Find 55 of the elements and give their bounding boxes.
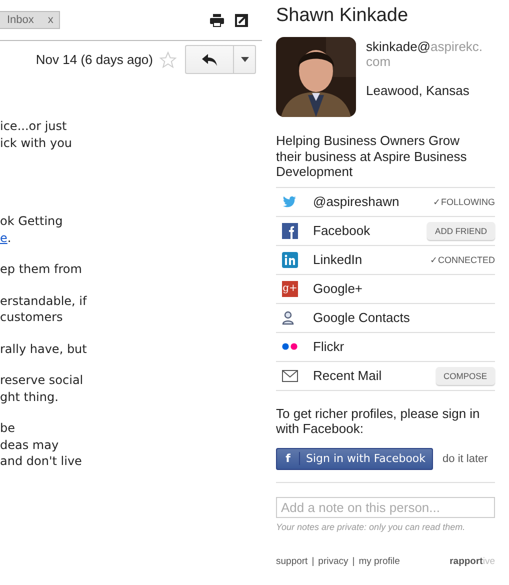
note-field[interactable]: Add a note on this person... — [276, 496, 495, 518]
remove-label-button[interactable]: x — [48, 14, 54, 26]
body-text-line: customers — [0, 309, 64, 326]
network-link[interactable]: Recent Mail — [313, 368, 382, 383]
google-plus-icon: g+ — [282, 280, 298, 296]
linkedin-icon — [282, 252, 298, 268]
body-text-line: rally have, but — [0, 340, 88, 357]
body-text-line: e. — [0, 230, 12, 246]
person-icon — [282, 310, 294, 324]
new-window-icon[interactable] — [235, 14, 248, 26]
email-address: skinkade@aspirekc. com — [366, 39, 483, 69]
caret-icon — [240, 57, 248, 62]
contact-name: Shawn Kinkade — [276, 5, 410, 27]
inbox-label[interactable]: Inbox x — [0, 11, 60, 29]
connection-status: ✓FOLLOWING — [432, 196, 495, 206]
action-button[interactable]: COMPOSE — [436, 366, 495, 384]
network-link[interactable]: @aspireshawn — [313, 194, 400, 209]
body-text-line: ice...or just — [0, 118, 68, 134]
do-it-later-link[interactable]: do it later — [442, 452, 488, 464]
network-link[interactable]: LinkedIn — [313, 252, 362, 267]
note-hint: Your notes are private: only you can read them. — [276, 522, 466, 532]
network-link[interactable]: Google Contacts — [313, 310, 410, 325]
signin-prompt: To get richer profiles, please sign in with Facebook: — [276, 406, 481, 436]
body-text-line: ok Getting — [0, 213, 64, 230]
bird-icon — [282, 196, 296, 208]
body-text-line: and don't live — [0, 453, 83, 470]
footer-link[interactable]: my profile — [358, 556, 400, 566]
action-button[interactable]: ADD FRIEND — [427, 222, 495, 240]
connection-status: ✓CONNECTED — [430, 254, 495, 264]
body-text-line: reserve social — [0, 372, 84, 388]
separator: | — [352, 556, 355, 566]
body-text-line: deas may — [0, 436, 60, 453]
two-dots-icon — [282, 343, 298, 350]
message-date: Nov 14 (6 days ago) — [36, 52, 153, 67]
network-link[interactable]: Google+ — [313, 281, 363, 296]
body-text-line: ght thing. — [0, 388, 60, 405]
network-link[interactable]: Facebook — [313, 223, 370, 238]
location: Leawood, Kansas — [366, 83, 470, 98]
footer-link[interactable]: privacy — [318, 556, 348, 566]
body-text-line: ep them from — [0, 261, 83, 278]
brand-logo: rapportive — [450, 556, 495, 566]
body-text-line: be — [0, 420, 16, 436]
print-icon[interactable] — [210, 14, 224, 26]
body-text-line: erstandable, if — [0, 292, 88, 309]
body-text-line: ick with you — [0, 134, 74, 151]
footer-link[interactable]: support — [276, 556, 308, 566]
facebook-icon — [282, 222, 298, 238]
bio-text: Helping Business Owners Grow their business at Aspire Business Development — [276, 133, 495, 188]
body-link[interactable]: e — [0, 230, 8, 244]
facebook-signin-button[interactable]: f Sign in with Facebook — [276, 448, 433, 470]
reply-arrow-icon — [202, 54, 218, 66]
separator: | — [312, 556, 314, 566]
network-link[interactable]: Flickr — [313, 339, 344, 354]
star-icon[interactable] — [159, 50, 177, 68]
envelope-icon — [282, 370, 298, 382]
